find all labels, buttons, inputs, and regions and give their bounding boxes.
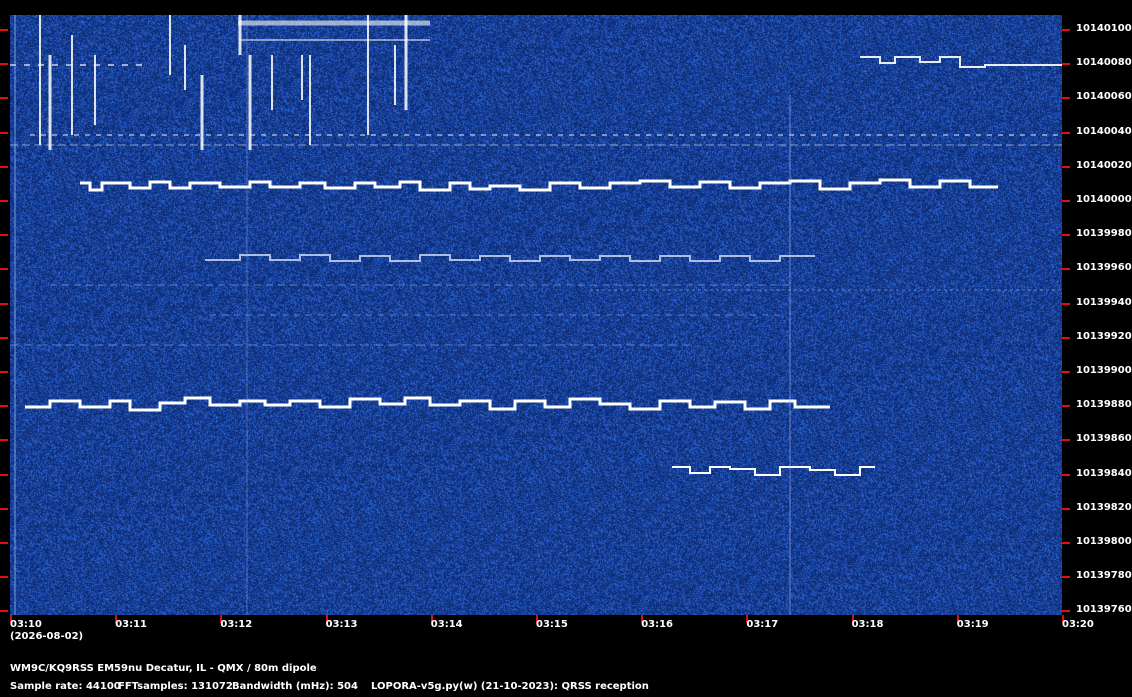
right-axis-tick [1062, 234, 1070, 237]
faint-lines [10, 15, 1062, 615]
frequency-label: 10139900 [1076, 365, 1132, 376]
frequency-label: 10139840 [1076, 467, 1132, 479]
frequency-label: 10140100 [1076, 23, 1132, 34]
date-label: (2026-08-02) [10, 631, 84, 642]
time-label: 03:11 [115, 619, 148, 630]
right-axis-tick [1062, 336, 1070, 339]
frequency-label: 10139980 [1076, 228, 1132, 240]
time-label: 03:18 [851, 619, 884, 630]
spectrogram-waterfall [10, 15, 1062, 615]
qrss-trace-4 [672, 466, 875, 476]
right-axis-tick [1062, 576, 1070, 579]
frequency-label: 10139820 [1076, 501, 1132, 513]
right-axis-tick [1062, 97, 1070, 100]
left-axis-tick [0, 405, 8, 408]
time-axis: 03:10 03:11 03:12 03:13 03:14 03:15 03:16 03:17… [0, 615, 1132, 645]
frequency-label: 10140080 [1076, 57, 1132, 69]
qrss-trace-3 [205, 254, 815, 262]
time-label: 03:10 [10, 619, 42, 630]
burst-signals [10, 15, 1062, 150]
right-axis-tick [1062, 371, 1070, 373]
frequency-label: 10140020 [1076, 159, 1132, 171]
sample-rate: Sample rate: 44100 [10, 681, 121, 692]
left-axis-tick [0, 268, 8, 271]
qrss-trace-1 [80, 178, 998, 192]
time-label: 03:15 [536, 619, 568, 630]
left-axis-tick [0, 29, 8, 31]
left-axis-tick [0, 336, 8, 339]
right-axis-tick [1062, 439, 1070, 442]
frequency-label: 10139920 [1076, 330, 1132, 342]
frequency-label: 10139760 [1076, 604, 1132, 616]
left-axis-tick [0, 371, 8, 373]
time-label: 03:13 [325, 619, 358, 630]
frequency-label: 10139880 [1076, 399, 1132, 411]
right-axis-tick [1062, 302, 1070, 305]
left-axis-tick [0, 302, 8, 305]
signal-traces [10, 15, 1062, 615]
right-axis-tick [1062, 542, 1070, 544]
left-axis-tick [0, 234, 8, 237]
left-axis-tick [0, 97, 8, 100]
left-axis-tick [0, 507, 8, 510]
qrss-trace-2 [25, 396, 830, 412]
frequency-label: 10140000 [1076, 194, 1132, 205]
qrss-trace-5 [860, 56, 1062, 68]
fft-samples: FFTsamples: 131072 [118, 681, 233, 692]
left-axis-tick [0, 63, 8, 66]
left-axis-tick [0, 542, 8, 544]
left-axis-tick [0, 200, 8, 202]
left-axis-tick [0, 131, 8, 134]
right-axis-tick [1062, 131, 1070, 134]
right-axis-tick [1062, 165, 1070, 168]
software-label: LOPORA-v5g.py(w) (21-10-2023): QRSS rece… [371, 681, 649, 692]
right-axis-tick [1062, 610, 1070, 613]
right-axis-tick [1062, 63, 1070, 66]
time-label: 03:14 [430, 619, 463, 630]
left-axis-tick [0, 473, 8, 476]
time-label: 03:17 [746, 619, 779, 630]
left-tick-axis [0, 0, 10, 697]
right-axis-tick [1062, 29, 1070, 31]
left-axis-tick [0, 610, 8, 613]
frequency-label: 10139860 [1076, 433, 1132, 445]
time-label: 03:19 [956, 619, 989, 630]
right-axis-tick [1062, 405, 1070, 408]
frequency-label: 10140040 [1076, 125, 1132, 137]
time-label: 03:20 [1062, 619, 1094, 630]
left-axis-tick [0, 165, 8, 168]
frequency-axis: 10140100 10140080 10140060 10140040 10140020… [1062, 0, 1132, 697]
bandwidth: Bandwidth (mHz): 504 [232, 681, 358, 692]
frequency-label: 10139960 [1076, 262, 1132, 274]
frequency-label: 10139780 [1076, 570, 1132, 582]
frequency-label: 10139940 [1076, 296, 1132, 308]
right-axis-tick [1062, 473, 1070, 476]
right-axis-tick [1062, 507, 1070, 510]
time-label: 03:16 [641, 619, 674, 630]
frequency-label: 10139800 [1076, 536, 1132, 547]
time-label: 03:12 [220, 619, 253, 630]
right-axis-tick [1062, 268, 1070, 271]
right-axis-tick [1062, 200, 1070, 202]
station-info: WM9C/KQ9RSS EM59nu Decatur, IL - QMX / 8… [10, 663, 317, 674]
left-axis-tick [0, 576, 8, 579]
left-axis-tick [0, 439, 8, 442]
frequency-label: 10140060 [1076, 91, 1132, 103]
